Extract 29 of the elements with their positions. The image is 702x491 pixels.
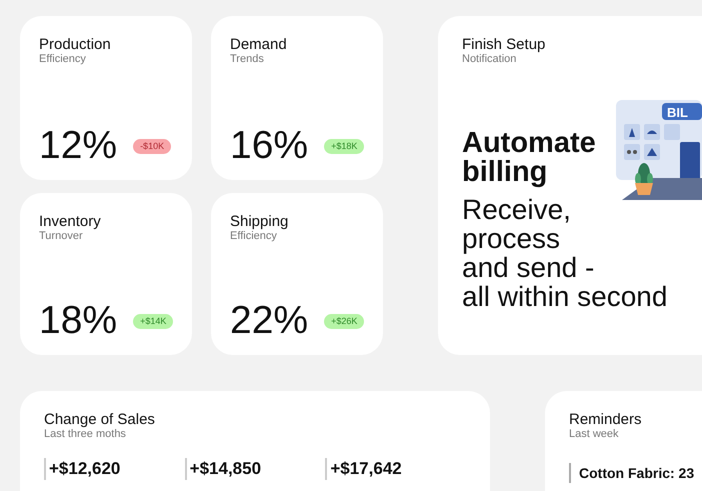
change-badge: -$10K <box>133 138 172 154</box>
card-title: Production <box>39 37 111 53</box>
sales-value: +$14,850 <box>184 458 262 480</box>
card-title: Demand <box>230 37 287 53</box>
metric-value: 16% <box>230 126 308 166</box>
card-subtitle: Notification <box>462 53 516 65</box>
card-subtitle: Efficiency <box>39 53 86 65</box>
card-subtitle: Turnover <box>39 230 83 242</box>
change-badge: +$18K <box>324 138 364 154</box>
change-badge: +$14K <box>133 314 174 328</box>
metric-value: 22% <box>230 301 308 341</box>
metric-value: 18% <box>39 301 118 341</box>
headline: Automate billing <box>462 126 597 187</box>
card-subtitle: Trends <box>230 53 264 65</box>
card-title: Reminders <box>569 412 642 428</box>
change-badge: +$26K <box>324 314 364 328</box>
card-subtitle: Last three moths <box>44 428 126 440</box>
reminder-item: Cotton Fabric: 23 <box>569 463 694 483</box>
card-title: Finish Setup <box>462 37 546 53</box>
card-subtitle: Efficiency <box>230 230 277 242</box>
sales-value: +$12,620 <box>44 458 120 480</box>
card-subtitle: Last week <box>569 428 619 440</box>
sales-value: +$17,642 <box>325 458 402 480</box>
bill-header-badge: BIL <box>662 103 702 120</box>
card-title: Shipping <box>230 214 288 230</box>
metric-value: 12% <box>39 126 118 166</box>
description-text: Receive, process and send - all within second <box>462 195 668 311</box>
card-title: Inventory <box>39 214 101 230</box>
card-title: Change of Sales <box>44 412 155 428</box>
